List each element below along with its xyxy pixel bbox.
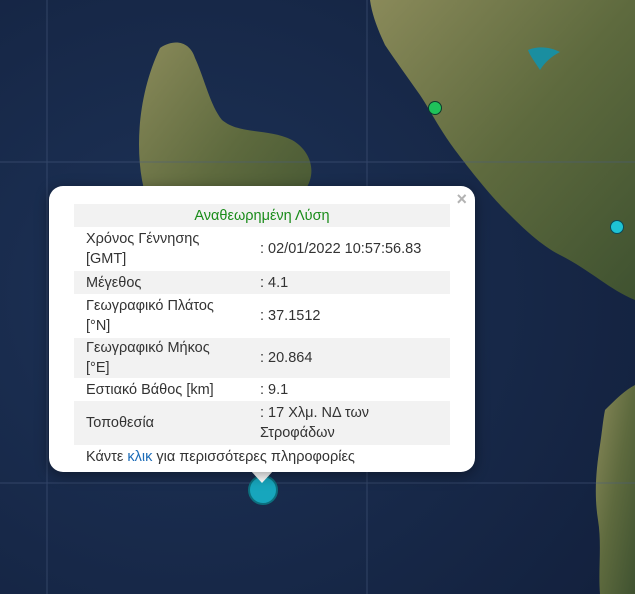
popup-title: Αναθεωρημένη Λύση (194, 207, 330, 224)
more-info-link[interactable]: κλικ (127, 449, 152, 465)
popup-footer: Κάντε κλικ για περισσότερες πληροφορίες (74, 445, 450, 468)
row-value: : 02/01/2022 10:57:56.83 (260, 241, 422, 257)
row-value: : 20.864 (260, 350, 313, 366)
row-label: Τοποθεσία (86, 415, 155, 431)
earthquake-popup: × Αναθεωρημένη Λύση Χρόνος Γέννησης [GMT… (49, 186, 475, 472)
row-value: : 17 Χλμ. ΝΔ των Στροφάδων (260, 405, 370, 441)
row-label: Γεωγραφικό Μήκος [°E] (86, 340, 210, 376)
close-icon[interactable]: × (456, 190, 467, 208)
earthquake-marker-cyan[interactable] (610, 220, 624, 234)
footer-text: Κάντε κλικ για περισσότερες πληροφορίες (74, 445, 450, 468)
table-row: Χρόνος Γέννησης [GMT] : 02/01/2022 10:57… (74, 227, 450, 271)
row-label: Γεωγραφικό Πλάτος [°N] (86, 298, 214, 334)
footer-suffix: για περισσότερες πληροφορίες (152, 448, 355, 465)
table-row: Γεωγραφικό Πλάτος [°N] : 37.1512 (74, 294, 450, 338)
table-row: Εστιακό Βάθος [km] : 9.1 (74, 378, 450, 401)
table-row: Τοποθεσία : 17 Χλμ. ΝΔ των Στροφάδων (74, 401, 450, 445)
row-value: : 9.1 (260, 381, 289, 398)
earthquake-marker-green[interactable] (428, 101, 442, 115)
row-label: Εστιακό Βάθος [km] (86, 381, 214, 398)
map-view[interactable]: × Αναθεωρημένη Λύση Χρόνος Γέννησης [GMT… (0, 0, 635, 594)
table-row: Αναθεωρημένη Λύση (74, 204, 450, 227)
table-row: Μέγεθος : 4.1 (74, 271, 450, 294)
earthquake-info-table: Αναθεωρημένη Λύση Χρόνος Γέννησης [GMT] … (74, 204, 450, 468)
row-label: Μέγεθος (86, 274, 142, 291)
row-label: Χρόνος Γέννησης [GMT] (86, 231, 200, 267)
row-value: : 4.1 (260, 274, 289, 291)
footer-prefix: Κάντε (86, 448, 128, 465)
table-row: Γεωγραφικό Μήκος [°E] : 20.864 (74, 338, 450, 378)
row-value: : 37.1512 (260, 308, 321, 324)
